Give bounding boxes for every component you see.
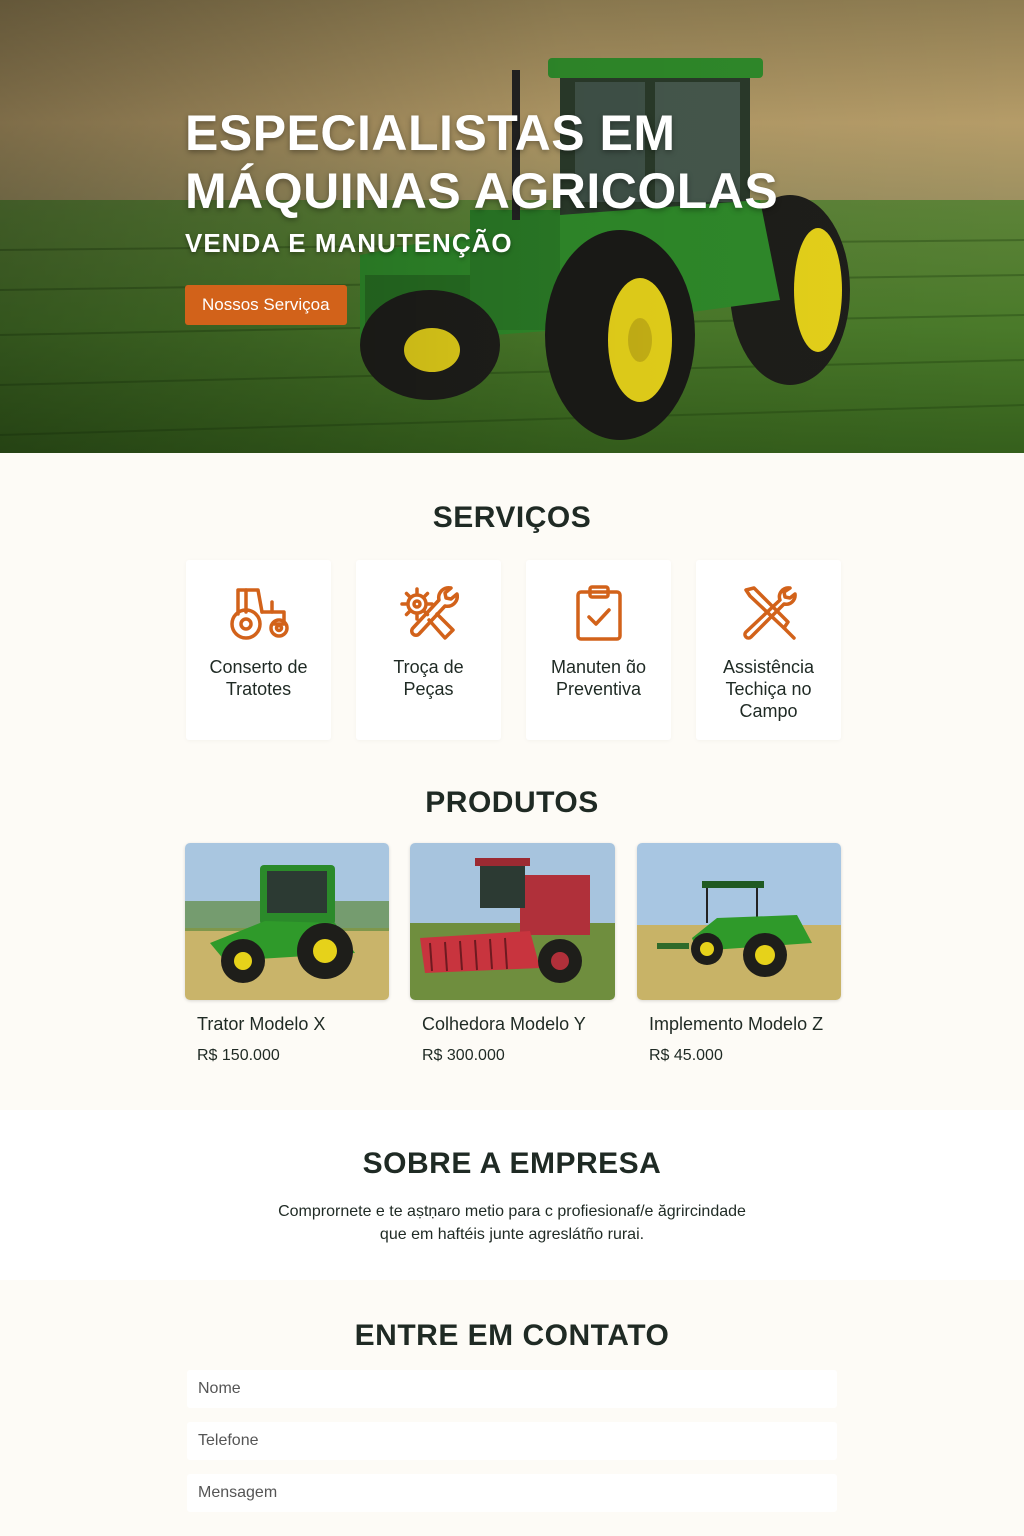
service-card-preventive-maintenance[interactable]: Manuten ɑ̃o Preventiva [526,560,671,740]
tractor-icon [229,588,289,640]
hero-title: ESPECIALISTAS EM MÁQUINAS AGRICOLAS [185,104,825,220]
product-name: Implemento Modelo Z [649,1014,824,1034]
about-section [0,1110,1024,1280]
product-price: R$ 300.000 [422,1047,505,1064]
hero-title-line1: ESPECIALISTAS EM [185,105,676,161]
hero-title-line2: MÁQUINAS AGRICOLAS [185,163,779,219]
about-text: Comprornete e te aṣtṇaro metio para c pr… [278,1203,746,1243]
contact-title: ENTRE EM CONTATO [354,1319,670,1352]
service-label: Manuten ɑ̃o Preventiva [550,657,647,699]
message-field[interactable] [187,1474,837,1512]
name-field[interactable] [187,1370,837,1408]
hero-subtitle: VENDA E MANUTENÇÃO [185,228,513,258]
product-name: Colhedora Modelo Y [422,1014,586,1034]
product-image-implement[interactable] [637,843,841,1000]
hero-content: ESPECIALISTAS EM MÁQUINAS AGRICOLAS VEND… [185,104,825,325]
service-label: Assistência Techiça no Campo [722,657,815,721]
product-price: R$ 45.000 [649,1047,723,1064]
tractor-photo [185,843,389,1000]
services-title: SERVIÇOS [432,501,592,534]
service-label: Troça de Peças [393,657,464,699]
product-name: Trator Modelo X [197,1014,326,1034]
clipboard-check-icon [575,585,622,641]
product-card-harvester[interactable]: Colhedora Modelo Y R$ 300.000 [410,843,615,1065]
service-card-field-assistance[interactable]: Assistência Techiça no Campo [696,560,841,740]
tools-cross-icon [742,586,797,640]
hero-banner: ESPECIALISTAS EM MÁQUINAS AGRICOLAS VEND… [0,0,1024,453]
gear-wrench-icon [399,586,459,640]
product-card-implement[interactable]: Implemento Modelo Z R$ 45.000 [637,843,841,1065]
product-image-tractor[interactable] [185,843,389,1000]
products-title: PRODUTOS [425,786,599,819]
services-grid: Conserto de Tratotes Troça de Peças Manu… [186,560,841,740]
implement-tractor-photo [637,843,841,1000]
phone-field[interactable] [187,1422,837,1460]
our-services-button[interactable]: Nossos Serviçoa [185,285,347,325]
product-image-harvester[interactable] [410,843,615,1000]
service-label: Conserto de Tratotes [209,657,308,699]
product-card-tractor[interactable]: Trator Modelo X R$ 150.000 [185,843,389,1065]
service-card-parts-replacement[interactable]: Troça de Peças [356,560,501,740]
harvester-photo [410,843,615,1000]
about-title: SOBRE A EMPRESA [362,1147,662,1180]
service-card-tractor-repair[interactable]: Conserto de Tratotes [186,560,331,740]
product-price: R$ 150.000 [197,1047,280,1064]
